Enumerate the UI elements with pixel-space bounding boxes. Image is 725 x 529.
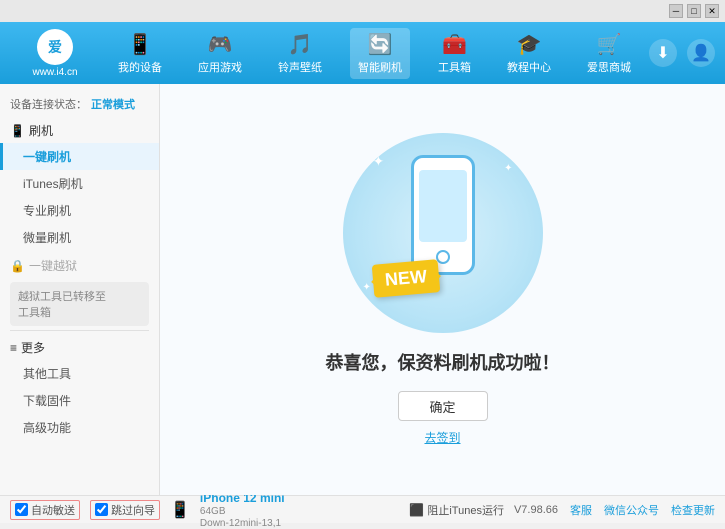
go-daily-link[interactable]: 去签到 [424, 429, 460, 446]
user-btn[interactable]: 👤 [687, 39, 715, 67]
sidebar-item-advanced[interactable]: 高级功能 [0, 414, 159, 441]
logo-text: www.i4.cn [32, 67, 77, 78]
maximize-btn[interactable]: □ [687, 4, 701, 18]
device-firmware: Down-12mini-13,1 [200, 518, 285, 529]
auto-flash-checkbox[interactable]: 自动敏送 [10, 500, 80, 520]
nav-app-game-label: 应用游戏 [198, 59, 242, 75]
flash-header-icon: 📱 [10, 124, 25, 138]
nav-tutorial[interactable]: 🎓 教程中心 [499, 28, 559, 79]
nav-toolbox[interactable]: 🧰 工具箱 [430, 28, 479, 79]
nav-ringtone[interactable]: 🎵 铃声壁纸 [270, 28, 330, 79]
device-storage: 64GB [200, 506, 285, 517]
nav-tutorial-label: 教程中心 [507, 59, 551, 75]
sidebar: 设备连接状态： 正常模式 📱 刷机 一键刷机 iTunes刷机 专业刷机 微量刷… [0, 84, 160, 495]
flash-header-label: 刷机 [29, 122, 53, 139]
skip-wizard-checkbox[interactable]: 跳过向导 [90, 500, 160, 520]
logo-icon: 爱 [37, 29, 73, 65]
sidebar-flash-section: 📱 刷机 一键刷机 iTunes刷机 专业刷机 微量刷机 [0, 118, 159, 251]
main-layout: 设备连接状态： 正常模式 📱 刷机 一键刷机 iTunes刷机 专业刷机 微量刷… [0, 84, 725, 495]
more-label: 更多 [21, 339, 45, 356]
ringtone-icon: 🎵 [288, 32, 313, 57]
sidebar-more-header: ≡ 更多 [0, 335, 159, 360]
nav-right: ⬇ 👤 [649, 39, 715, 67]
wechat-link[interactable]: 微信公众号 [604, 502, 659, 518]
sidebar-jailbreak-section: 🔒 一键越狱 越狱工具已转移至工具箱 [0, 253, 159, 326]
title-bar: ─ □ ✕ [0, 0, 725, 22]
nav-smart-flash-label: 智能刷机 [358, 59, 402, 75]
nav-ringtone-label: 铃声壁纸 [278, 59, 322, 75]
lock-icon: 🔒 [10, 259, 25, 273]
logo[interactable]: 爱 www.i4.cn [10, 29, 100, 78]
close-btn[interactable]: ✕ [705, 4, 719, 18]
tutorial-icon: 🎓 [517, 32, 542, 57]
jailbreak-label: 一键越狱 [29, 257, 77, 274]
sidebar-jailbreak-header: 🔒 一键越狱 [0, 253, 159, 278]
version-label: V7.98.66 [514, 504, 558, 516]
my-device-icon: 📱 [128, 32, 153, 57]
nav-shop-label: 爱思商城 [587, 59, 631, 75]
download-btn[interactable]: ⬇ [649, 39, 677, 67]
sparkle-1: ✦ [373, 153, 385, 170]
skip-wizard-input[interactable] [95, 503, 108, 516]
stop-icon: ⬛ [409, 503, 424, 517]
skip-wizard-label: 跳过向导 [111, 502, 155, 518]
phone-screen [419, 170, 467, 242]
jailbreak-notice: 越狱工具已转移至工具箱 [10, 282, 149, 326]
sidebar-item-pro-flash[interactable]: 专业刷机 [0, 197, 159, 224]
sparkle-2: ✦ [504, 163, 512, 174]
shop-icon: 🛒 [597, 32, 622, 57]
phone-shape [411, 155, 475, 275]
sidebar-item-small-flash[interactable]: 微量刷机 [0, 224, 159, 251]
content-area: ✦ ✦ ✦ NEW 恭喜您，保资料刷机成功啦！ 确定 去签到 [160, 84, 725, 495]
more-icon: ≡ [10, 341, 17, 355]
nav-my-device-label: 我的设备 [118, 59, 162, 75]
confirm-button[interactable]: 确定 [398, 391, 488, 421]
sidebar-item-download-firmware[interactable]: 下载固件 [0, 387, 159, 414]
stop-itunes-btn[interactable]: ⬛ 阻止iTunes运行 [409, 502, 504, 518]
check-update-link[interactable]: 检查更新 [671, 502, 715, 518]
smart-flash-icon: 🔄 [368, 32, 393, 57]
top-nav: 爱 www.i4.cn 📱 我的设备 🎮 应用游戏 🎵 铃声壁纸 🔄 智能刷机 … [0, 22, 725, 84]
phone-illustration: ✦ ✦ ✦ NEW [343, 133, 543, 333]
sidebar-divider [10, 330, 149, 331]
auto-flash-input[interactable] [15, 503, 28, 516]
minimize-btn[interactable]: ─ [669, 4, 683, 18]
customer-service-link[interactable]: 客服 [570, 502, 592, 518]
sidebar-item-itunes-flash[interactable]: iTunes刷机 [0, 170, 159, 197]
device-phone-icon: 📱 [170, 500, 190, 520]
bottom-right: V7.98.66 客服 微信公众号 检查更新 [514, 502, 715, 518]
bottom-bar: 自动敏送 跳过向导 📱 iPhone 12 mini 64GB Down-12m… [0, 495, 725, 523]
nav-my-device[interactable]: 📱 我的设备 [110, 28, 170, 79]
success-text: 恭喜您，保资料刷机成功啦！ [326, 349, 560, 375]
status-bar: 设备连接状态： 正常模式 [0, 92, 159, 118]
app-game-icon: 🎮 [208, 32, 233, 57]
nav-app-game[interactable]: 🎮 应用游戏 [190, 28, 250, 79]
sidebar-item-other-tools[interactable]: 其他工具 [0, 360, 159, 387]
auto-flash-label: 自动敏送 [31, 502, 75, 518]
sidebar-more-section: ≡ 更多 其他工具 下载固件 高级功能 [0, 335, 159, 441]
nav-smart-flash[interactable]: 🔄 智能刷机 [350, 28, 410, 79]
status-label: 设备连接状态： [10, 96, 87, 112]
sidebar-flash-header: 📱 刷机 [0, 118, 159, 143]
status-value: 正常模式 [91, 96, 135, 112]
new-badge: NEW [371, 259, 440, 298]
toolbox-icon: 🧰 [442, 32, 467, 57]
nav-items: 📱 我的设备 🎮 应用游戏 🎵 铃声壁纸 🔄 智能刷机 🧰 工具箱 🎓 教程中心… [100, 28, 649, 79]
stop-label: 阻止iTunes运行 [427, 502, 504, 518]
nav-shop[interactable]: 🛒 爱思商城 [579, 28, 639, 79]
nav-toolbox-label: 工具箱 [438, 59, 471, 75]
sidebar-item-onekey-flash[interactable]: 一键刷机 [0, 143, 159, 170]
